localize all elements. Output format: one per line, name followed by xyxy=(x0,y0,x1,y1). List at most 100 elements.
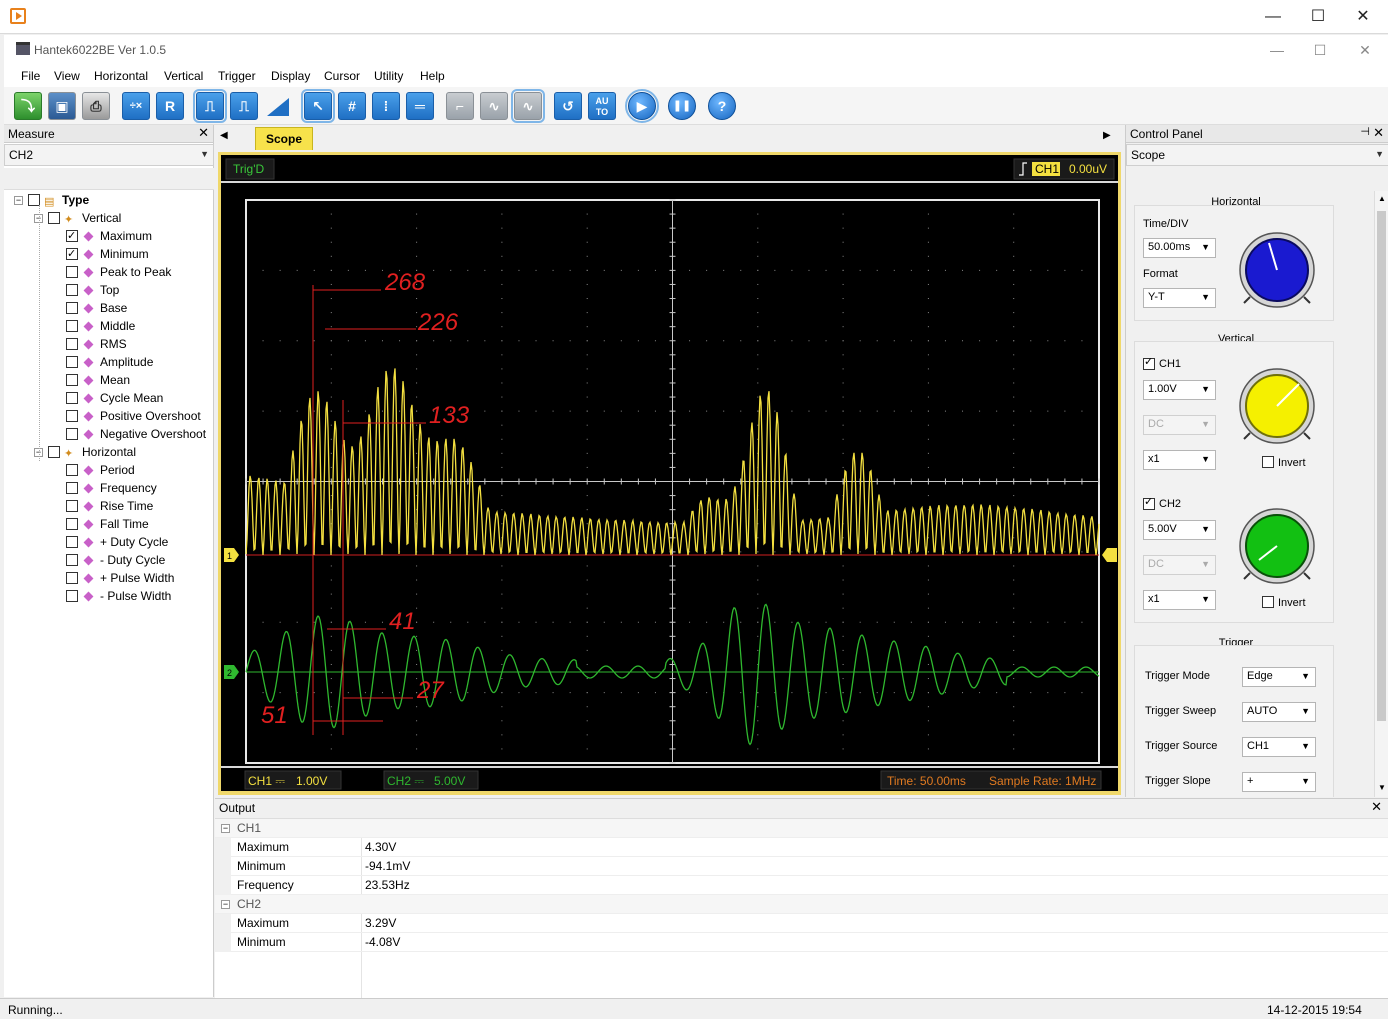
measure-checkbox[interactable] xyxy=(66,554,78,566)
trigger-source-select[interactable]: CH1 ▼ xyxy=(1242,737,1316,757)
measure-checkbox[interactable] xyxy=(48,212,60,224)
output-group-ch1[interactable]: − CH1 xyxy=(215,819,1388,838)
ramp-icon[interactable] xyxy=(264,92,292,120)
pause-icon[interactable]: ❚❚ xyxy=(668,92,696,120)
measure-checkbox[interactable] xyxy=(66,590,78,602)
ch1-enable-checkbox[interactable] xyxy=(1143,355,1155,370)
format-select[interactable]: Y-T ▼ xyxy=(1143,288,1216,308)
menu-trigger[interactable]: Trigger xyxy=(218,69,256,83)
measure-item-top[interactable]: Top xyxy=(66,281,214,299)
output-close-icon[interactable]: ✕ xyxy=(1371,799,1382,815)
measure-checkbox[interactable] xyxy=(66,266,78,278)
scope-screen[interactable]: Trig'D CH1 0.00uV 1 2 268 226 133 41 27 51 CH1 ⎓ 1.0… xyxy=(221,155,1118,791)
measure-checkbox[interactable] xyxy=(66,500,78,512)
measure-checkbox[interactable] xyxy=(66,410,78,422)
measure-checkbox[interactable] xyxy=(66,464,78,476)
measure-close-icon[interactable]: ✕ xyxy=(198,125,209,141)
ch1-coupling-select[interactable]: DC ▼ xyxy=(1143,415,1216,435)
measure-item-maximum[interactable]: Maximum xyxy=(66,227,214,245)
ch1-probe-select[interactable]: x1 ▼ xyxy=(1143,450,1216,470)
control-mode-select[interactable]: Scope ▼ xyxy=(1126,144,1388,166)
measure-checkbox[interactable] xyxy=(66,338,78,350)
measure-checkbox[interactable] xyxy=(66,518,78,530)
save-icon[interactable]: ▣ xyxy=(48,92,76,120)
menu-help[interactable]: Help xyxy=(420,69,445,83)
measure-item--pulse-width[interactable]: - Pulse Width xyxy=(66,587,214,605)
run-icon[interactable]: ▶ xyxy=(625,89,659,123)
collapse-icon[interactable]: − xyxy=(221,900,230,909)
measure-checkbox[interactable] xyxy=(48,446,60,458)
measure-checkbox[interactable] xyxy=(66,227,78,245)
measure-checkbox[interactable] xyxy=(66,284,78,296)
measure-item-cycle-mean[interactable]: Cycle Mean xyxy=(66,389,214,407)
measure-item-negative-overshoot[interactable]: Negative Overshoot xyxy=(66,425,214,443)
tree-group-vertical[interactable]: − ✦ Vertical xyxy=(34,209,214,227)
step-icon[interactable]: ⌐ xyxy=(446,92,474,120)
vertical-cursor-icon[interactable]: ⁞ xyxy=(372,92,400,120)
trigger-sweep-select[interactable]: AUTO ▼ xyxy=(1242,702,1316,722)
ch2-volts-select[interactable]: 5.00V ▼ xyxy=(1143,520,1216,540)
outer-minimize-button[interactable]: — xyxy=(1250,0,1296,34)
measure-item--pulse-width[interactable]: + Pulse Width xyxy=(66,569,214,587)
tab-scroll-left-icon[interactable]: ◀ xyxy=(220,130,228,141)
horizontal-cursor-icon[interactable]: ═ xyxy=(406,92,434,120)
menu-vertical[interactable]: Vertical xyxy=(164,69,203,83)
ch1-volts-select[interactable]: 1.00V ▼ xyxy=(1143,380,1216,400)
measure-item-period[interactable]: Period xyxy=(66,461,214,479)
measure-channel-select[interactable]: CH2 ▼ xyxy=(4,144,214,166)
tab-scope[interactable]: Scope xyxy=(255,127,313,150)
measure-checkbox[interactable] xyxy=(66,428,78,440)
ch1-volts-knob[interactable] xyxy=(1235,364,1319,448)
app-minimize-button[interactable]: — xyxy=(1254,35,1300,65)
time-div-select[interactable]: 50.00ms ▼ xyxy=(1143,238,1216,258)
measure-item-rise-time[interactable]: Rise Time xyxy=(66,497,214,515)
ch2-enable-checkbox[interactable] xyxy=(1143,495,1155,510)
refresh-icon[interactable]: ↺ xyxy=(554,92,582,120)
app-close-button[interactable]: ✕ xyxy=(1342,35,1388,65)
measure-item-peak-to-peak[interactable]: Peak to Peak xyxy=(66,263,214,281)
time-knob[interactable] xyxy=(1235,228,1319,312)
tree-group-horizontal[interactable]: − ✦ Horizontal xyxy=(34,443,214,461)
sine-icon[interactable]: ∿ xyxy=(511,89,545,123)
wave-icon[interactable]: ∿ xyxy=(480,92,508,120)
ch1-invert-checkbox[interactable] xyxy=(1262,456,1274,468)
grid-icon[interactable]: # xyxy=(338,92,366,120)
scroll-up-icon[interactable]: ▲ xyxy=(1378,194,1386,203)
select-arrow-icon[interactable]: ↖ xyxy=(301,89,335,123)
menu-display[interactable]: Display xyxy=(271,69,310,83)
measure-checkbox[interactable] xyxy=(66,302,78,314)
measure-item-frequency[interactable]: Frequency xyxy=(66,479,214,497)
tab-scroll-right-icon[interactable]: ▶ xyxy=(1103,130,1111,141)
measure-item-amplitude[interactable]: Amplitude xyxy=(66,353,214,371)
ch2-coupling-select[interactable]: DC ▼ xyxy=(1143,555,1216,575)
measure-item--duty-cycle[interactable]: - Duty Cycle xyxy=(66,551,214,569)
scroll-down-icon[interactable]: ▼ xyxy=(1378,783,1386,792)
measure-item-fall-time[interactable]: Fall Time xyxy=(66,515,214,533)
measure-item-minimum[interactable]: Minimum xyxy=(66,245,214,263)
menu-cursor[interactable]: Cursor xyxy=(324,69,360,83)
control-close-icon[interactable]: ✕ xyxy=(1373,125,1384,141)
pulse-icon[interactable]: ⎍ xyxy=(193,89,227,123)
print-icon[interactable]: ⎙ xyxy=(82,92,110,120)
trigger-mode-select[interactable]: Edge ▼ xyxy=(1242,667,1316,687)
reference-button[interactable]: R xyxy=(156,92,184,120)
measure-item-base[interactable]: Base xyxy=(66,299,214,317)
measure-checkbox[interactable] xyxy=(66,482,78,494)
measure-checkbox[interactable] xyxy=(66,245,78,263)
measure-item--duty-cycle[interactable]: + Duty Cycle xyxy=(66,533,214,551)
open-icon[interactable]: ⤵ xyxy=(14,92,42,120)
outer-close-button[interactable]: ✕ xyxy=(1340,0,1386,34)
tree-root-type[interactable]: − ▤ Type xyxy=(14,191,214,209)
output-group-ch2[interactable]: − CH2 xyxy=(215,895,1388,914)
measure-checkbox[interactable] xyxy=(66,374,78,386)
measure-item-rms[interactable]: RMS xyxy=(66,335,214,353)
collapse-icon[interactable]: − xyxy=(14,196,23,205)
menu-utility[interactable]: Utility xyxy=(374,69,403,83)
outer-maximize-button[interactable]: ☐ xyxy=(1295,0,1341,34)
measure-item-middle[interactable]: Middle xyxy=(66,317,214,335)
measure-checkbox[interactable] xyxy=(66,392,78,404)
measure-checkbox[interactable] xyxy=(66,572,78,584)
math-icon[interactable]: ÷× xyxy=(122,92,150,120)
scroll-thumb[interactable] xyxy=(1377,211,1386,721)
menu-file[interactable]: File xyxy=(21,69,40,83)
